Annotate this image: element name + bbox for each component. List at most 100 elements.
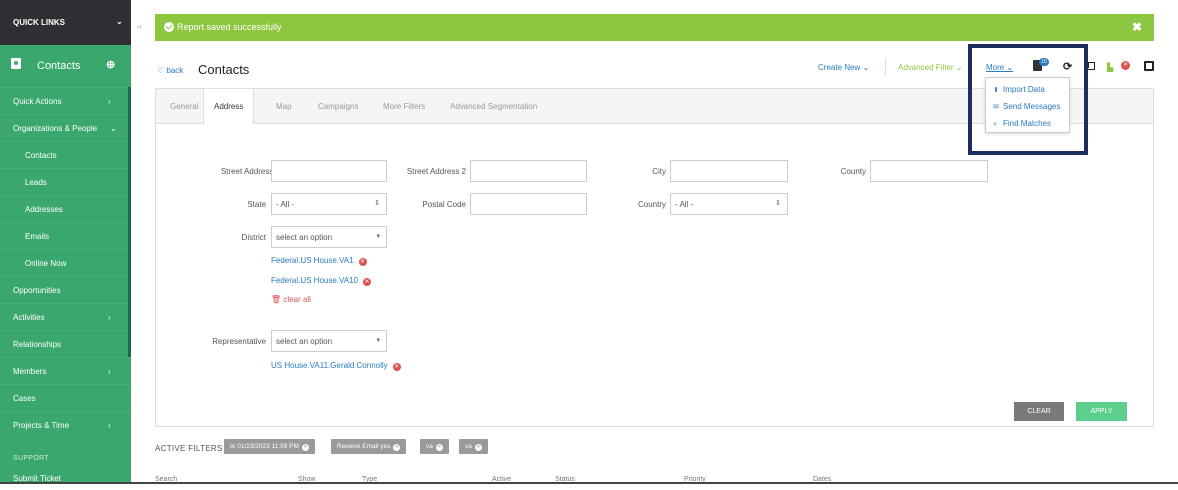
sidebar-item-online-now[interactable]: Online Now <box>0 249 131 276</box>
quick-links-label: QUICK LINKS <box>13 18 65 27</box>
filter-chip[interactable]: to 01/23/2023 11:59 PM ✕ <box>224 439 315 454</box>
chart-icon[interactable]: ▙ <box>1107 63 1113 72</box>
remove-chip-icon[interactable]: ✕ <box>393 444 401 451</box>
state-label: State <box>247 200 266 209</box>
chevron-right-icon: › <box>108 367 111 376</box>
active-filters-label: ACTIVE FILTERS <box>155 444 223 453</box>
sidebar-item-label: Organizations & People <box>13 124 98 133</box>
sidebar-item-contacts[interactable]: Contacts <box>0 141 131 168</box>
print-icon[interactable] <box>1144 61 1154 71</box>
sidebar-item-projects-time[interactable]: Projects & Time › <box>0 411 131 438</box>
district-tag[interactable]: Federal.US House.VA10 ✕ <box>271 276 372 286</box>
representative-tag[interactable]: US House.VA11.Gerald Connolly ✕ <box>271 361 401 371</box>
toolbar-divider <box>885 58 886 76</box>
page-title: Contacts <box>198 62 250 77</box>
menu-item-find-matches[interactable]: ⌕ Find Matches <box>993 119 1051 129</box>
tab-more-filters[interactable]: More Filters <box>383 102 425 111</box>
chevron-right-icon: › <box>108 421 111 430</box>
chevron-right-icon: › <box>108 97 111 106</box>
banner-message: Report saved successfully <box>177 22 282 32</box>
sidebar-item-addresses[interactable]: Addresses <box>0 195 131 222</box>
street1-label: Street Address 1 <box>220 167 280 176</box>
sidebar-item-cases[interactable]: Cases <box>0 384 131 411</box>
sidebar-item-opportunities[interactable]: Opportunities <box>0 276 131 303</box>
bottom-divider <box>0 482 1178 484</box>
sidebar-item-label: Relationships <box>13 340 62 349</box>
filter-chip[interactable]: va ✕ <box>459 439 488 454</box>
chevron-down-icon: ⌄ <box>110 124 117 133</box>
country-select[interactable]: - All - ⇕ <box>670 193 788 215</box>
sidebar-item-activities[interactable]: Activities › <box>0 303 131 330</box>
apply-button[interactable]: APPLY <box>1076 402 1127 421</box>
menu-item-import-data[interactable]: ⬆ Import Data <box>993 85 1045 94</box>
sidebar-item-leads[interactable]: Leads <box>0 168 131 195</box>
sidebar-item-emails[interactable]: Emails <box>0 222 131 249</box>
sidebar-item-quick-actions[interactable]: Quick Actions › <box>0 87 131 114</box>
remove-chip-icon[interactable]: ✕ <box>301 444 309 451</box>
advanced-filter-label: Advanced Filter <box>898 63 954 72</box>
filter-chip-label: va <box>426 443 433 450</box>
district-label: District <box>241 233 266 242</box>
caret-down-icon: ▾ <box>376 337 380 344</box>
sidebar-item-members[interactable]: Members › <box>0 357 131 384</box>
remove-circle-icon[interactable]: ✕ <box>392 363 401 371</box>
zoom-in-icon[interactable]: ⊕ <box>106 58 115 71</box>
sidebar-item-label: Addresses <box>25 205 63 214</box>
close-icon[interactable]: ✖ <box>1132 20 1142 34</box>
sidebar-item-label: Emails <box>25 232 50 241</box>
state-value: - All - <box>276 200 295 209</box>
representative-placeholder: select an option <box>276 337 333 346</box>
filter-chip[interactable]: va ✕ <box>420 439 449 454</box>
upload-icon: ⬆ <box>993 87 999 94</box>
street2-label: Street Address 2 <box>406 167 466 176</box>
county-input[interactable] <box>870 160 988 182</box>
tab-address[interactable]: Address <box>203 89 255 124</box>
submit-ticket-link[interactable]: Submit Ticket <box>13 474 61 482</box>
filter-chip-label: va <box>465 443 472 450</box>
district-tag[interactable]: Federal.US House.VA1 ✕ <box>271 256 367 266</box>
sidebar-toggle-icon[interactable]: ‹› <box>137 24 142 31</box>
create-new-button[interactable]: Create New ⌄ <box>818 63 869 72</box>
app-window: QUICK LINKS ⌄ Contacts ⊕ Quick Actions ›… <box>0 0 1178 490</box>
representative-select[interactable]: select an option ▾ <box>271 330 387 352</box>
tab-campaigns[interactable]: Campaigns <box>318 102 358 111</box>
sidebar-item-label: Projects & Time <box>13 421 70 430</box>
district-select[interactable]: select an option ▾ <box>271 226 387 248</box>
postal-code-label: Postal Code <box>422 200 466 209</box>
clear-all-link[interactable]: 🗑 clear all <box>271 295 311 304</box>
county-label: County <box>840 167 866 176</box>
tab-advanced-segmentation[interactable]: Advanced Segmentation <box>450 102 537 111</box>
country-value: - All - <box>675 200 694 209</box>
remove-chip-icon[interactable]: ✕ <box>474 444 482 451</box>
sidebar-item-label: Contacts <box>25 151 57 160</box>
representative-tag-label: US House.VA11.Gerald Connolly <box>271 361 388 370</box>
sidebar-item-label: Members <box>13 367 47 376</box>
sidebar-item-organizations-people[interactable]: Organizations & People ⌄ <box>0 114 131 141</box>
remove-chip-icon[interactable]: ✕ <box>435 444 443 451</box>
menu-item-send-messages[interactable]: ✉ Send Messages <box>993 102 1060 111</box>
sidebar-item-label: Opportunities <box>13 286 61 295</box>
clear-button[interactable]: CLEAR <box>1014 402 1064 421</box>
district-tag-label: Federal.US House.VA10 <box>271 276 359 285</box>
filter-chip[interactable]: Receive Email yes ✕ <box>331 439 407 454</box>
remove-circle-icon[interactable]: ✕ <box>358 258 367 266</box>
tab-map[interactable]: Map <box>276 102 292 111</box>
envelope-icon: ✉ <box>993 104 999 111</box>
contact-card-icon <box>11 58 21 69</box>
remove-chart-icon[interactable]: ✕ <box>1121 61 1130 70</box>
sidebar-section-contacts[interactable]: Contacts ⊕ <box>0 45 131 87</box>
back-link[interactable]: ♡ back <box>157 66 183 75</box>
tab-general[interactable]: General <box>170 102 198 111</box>
sidebar-scrollbar[interactable] <box>128 87 131 357</box>
quick-links-header[interactable]: QUICK LINKS ⌄ <box>0 0 131 45</box>
remove-circle-icon[interactable]: ✕ <box>363 278 372 286</box>
back-label: back <box>166 66 184 75</box>
advanced-filter-button[interactable]: Advanced Filter ⌄ <box>898 63 963 72</box>
menu-item-label: Send Messages <box>1003 102 1061 111</box>
filter-chip-label: Receive Email yes <box>337 443 391 450</box>
chevron-down-icon: ⌄ <box>116 17 123 26</box>
heart-icon: ♡ <box>157 66 165 75</box>
sidebar-item-label: Quick Actions <box>13 97 62 106</box>
sidebar-item-relationships[interactable]: Relationships <box>0 330 131 357</box>
support-heading: SUPPORT <box>13 455 49 462</box>
